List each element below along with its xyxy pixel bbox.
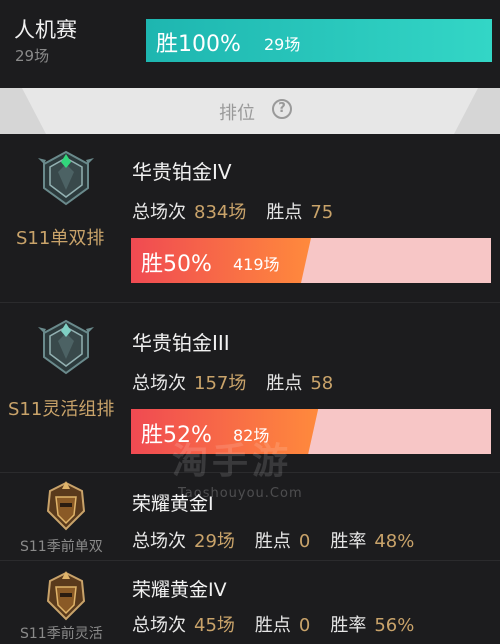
lp-value: 0	[298, 531, 311, 552]
queue-card-preseason-flex[interactable]: S11季前灵活 荣耀黄金IV 总场次 45场 胜点 0 胜率 56%	[0, 561, 500, 644]
lp-value: 0	[298, 615, 311, 636]
queue-card-solo[interactable]: S11单双排 华贵铂金IV 总场次 834场 胜点 75 胜50% 419场	[0, 140, 500, 303]
win-rate-percent: 胜52%	[141, 423, 212, 448]
queue-mode: S11季前灵活	[20, 626, 103, 642]
total-games-label: 总场次	[132, 373, 186, 394]
lp-label: 胜点	[266, 202, 303, 223]
win-rate-label: 胜率	[330, 615, 367, 636]
total-games-value: 834场	[194, 202, 247, 223]
queue-tier: 华贵铂金III	[132, 331, 230, 355]
total-games-value: 45场	[194, 615, 235, 636]
queue-stats: 总场次 45场 胜点 0 胜率 56%	[132, 611, 434, 637]
gold-emblem-icon	[46, 481, 86, 531]
total-games-label: 总场次	[132, 531, 186, 552]
win-count: 82场	[233, 426, 270, 445]
total-games-value: 157场	[194, 373, 247, 394]
lp-label: 胜点	[266, 373, 303, 394]
queue-stats: 总场次 29场 胜点 0 胜率 48%	[132, 527, 434, 553]
queue-tier: 荣耀黄金I	[132, 493, 214, 515]
bot-match-title: 人机赛	[14, 18, 77, 42]
queue-tier: 华贵铂金IV	[132, 160, 232, 184]
queue-stats: 总场次 157场 胜点 58	[132, 369, 353, 395]
bot-match-games: 29场	[15, 47, 50, 65]
win-rate-percent: 胜50%	[141, 252, 212, 277]
lp-value: 58	[310, 373, 334, 394]
bot-match-win-count: 29场	[264, 35, 301, 54]
bot-match-row: 人机赛 29场 胜100% 29场	[0, 0, 500, 74]
queue-tier: 荣耀黄金IV	[132, 579, 227, 601]
ranked-section-label: 排位	[219, 103, 255, 124]
win-rate-bar: 胜50% 419场	[131, 238, 491, 283]
platinum-emblem-icon	[38, 150, 94, 206]
win-rate-value: 48%	[374, 531, 415, 552]
queue-card-preseason-solo[interactable]: S11季前单双 荣耀黄金I 总场次 29场 胜点 0 胜率 48%	[0, 473, 500, 561]
win-rate-label: 胜率	[330, 531, 367, 552]
queue-mode: S11单双排	[16, 228, 105, 249]
lp-label: 胜点	[254, 615, 291, 636]
queue-mode: S11灵活组排	[8, 399, 115, 420]
queue-mode: S11季前单双	[20, 539, 103, 555]
bot-match-win-bar: 胜100% 29场	[146, 19, 492, 62]
lp-label: 胜点	[254, 531, 291, 552]
queue-stats: 总场次 834场 胜点 75	[132, 198, 353, 224]
platinum-emblem-icon	[38, 319, 94, 375]
gold-emblem-icon	[46, 571, 86, 621]
win-rate-bar: 胜52% 82场	[131, 409, 491, 454]
ranked-section-header: 排位 ?	[0, 88, 500, 134]
total-games-value: 29场	[194, 531, 235, 552]
win-count: 419场	[233, 255, 280, 274]
total-games-label: 总场次	[132, 615, 186, 636]
queue-card-flex[interactable]: S11灵活组排 华贵铂金III 总场次 157场 胜点 58 胜52% 82场	[0, 303, 500, 473]
total-games-label: 总场次	[132, 202, 186, 223]
win-rate-value: 56%	[374, 615, 415, 636]
lp-value: 75	[310, 202, 334, 223]
bot-match-win-percent: 胜100%	[156, 32, 241, 57]
help-icon[interactable]: ?	[272, 99, 292, 119]
